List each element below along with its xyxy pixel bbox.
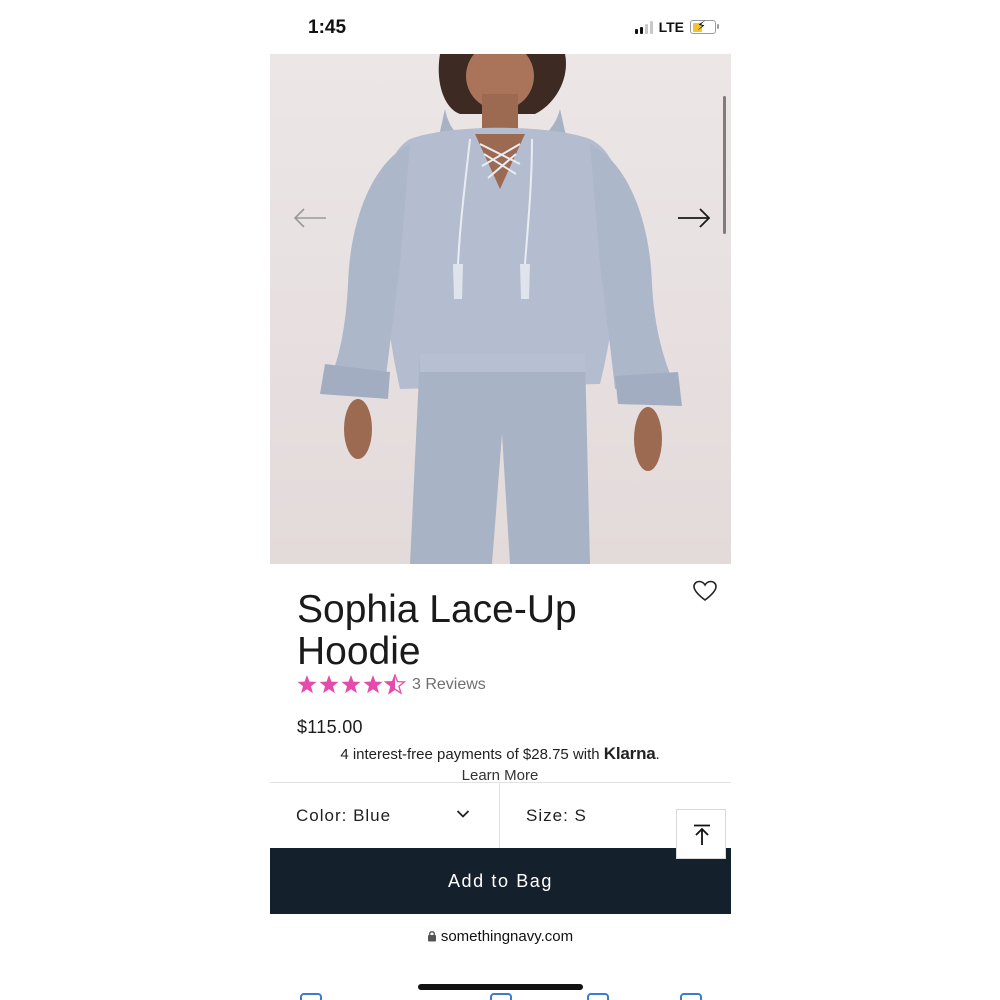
product-title: Sophia Lace-Up Hoodie — [297, 588, 577, 673]
star-icon — [297, 675, 317, 694]
battery-icon: ⚡ — [690, 18, 719, 34]
product-image-carousel[interactable] — [270, 54, 731, 564]
signal-icon — [634, 20, 653, 34]
star-rating — [296, 674, 406, 696]
arrow-up-to-line-icon — [694, 824, 710, 845]
carousel-prev-button[interactable] — [292, 204, 328, 232]
star-icons — [297, 674, 406, 695]
home-indicator — [418, 984, 583, 990]
product-photo — [320, 54, 682, 564]
back-icon[interactable] — [300, 993, 322, 1000]
wishlist-button[interactable] — [692, 579, 718, 603]
arrow-right-icon — [678, 208, 711, 228]
status-icons: LTE ⚡ — [634, 18, 719, 35]
share-icon[interactable] — [490, 993, 512, 1000]
add-to-bag-label: Add to Bag — [447, 870, 554, 891]
variant-selectors: Color: Blue Size: S — [270, 782, 731, 849]
back-to-top-button[interactable] — [676, 809, 726, 859]
tabs-icon[interactable] — [680, 993, 702, 1000]
star-icon — [383, 674, 406, 695]
color-select-label: Color: Blue — [296, 806, 392, 825]
klarna-text: 4 interest-free payments of $28.75 with — [340, 746, 604, 763]
size-select-label: Size: S — [526, 806, 587, 825]
carousel-next-button[interactable] — [676, 204, 712, 232]
network-label: LTE — [658, 19, 684, 35]
heart-icon — [693, 580, 717, 602]
add-to-bag-button[interactable]: Add to Bag — [270, 848, 731, 914]
bookmarks-icon[interactable] — [587, 993, 609, 1000]
product-price: $115.00 — [297, 717, 363, 737]
arrow-left-icon — [293, 208, 326, 228]
klarna-message: 4 interest-free payments of $28.75 with … — [270, 744, 730, 764]
color-select[interactable]: Color: Blue — [270, 783, 500, 849]
reviews-link[interactable]: 3 Reviews — [412, 676, 486, 694]
status-time: 1:45 — [308, 17, 347, 38]
lock-icon — [427, 931, 436, 942]
star-icon — [341, 675, 361, 694]
status-bar: 1:45 LTE ⚡ — [270, 0, 730, 54]
product-rating[interactable]: 3 Reviews — [296, 674, 486, 696]
klarna-logo: Klarna — [603, 744, 656, 763]
browser-url-bar[interactable]: somethingnavy.com — [270, 928, 730, 945]
klarna-period: . — [655, 746, 660, 763]
star-icon — [363, 675, 383, 694]
chevron-down-icon — [456, 810, 470, 818]
star-icon — [319, 675, 339, 694]
url-text: somethingnavy.com — [440, 928, 574, 945]
scrollbar[interactable] — [723, 96, 726, 234]
